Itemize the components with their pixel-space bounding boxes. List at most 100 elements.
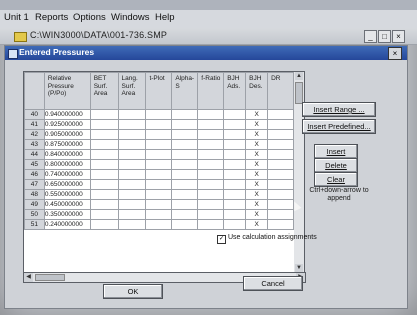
table-row[interactable]: 48 0.550000000 X	[24, 189, 294, 200]
table-row[interactable]: 40 0.940000000 X	[24, 109, 294, 120]
table-cell[interactable]	[223, 169, 247, 180]
table-cell[interactable]	[223, 119, 247, 130]
table-cell[interactable]	[267, 169, 294, 180]
column-header[interactable]: DR	[267, 72, 294, 110]
table-cell[interactable]	[197, 129, 225, 140]
table-cell[interactable]	[171, 169, 199, 180]
table-cell[interactable]	[267, 139, 294, 150]
table-cell[interactable]	[267, 149, 294, 160]
row-number[interactable]: 50	[24, 209, 45, 220]
relative-pressure-cell[interactable]: 0.875000000	[43, 139, 91, 150]
table-cell[interactable]	[197, 209, 225, 220]
relative-pressure-cell[interactable]: 0.240000000	[43, 219, 91, 230]
table-cell[interactable]	[89, 199, 119, 210]
table-cell[interactable]	[117, 169, 147, 180]
table-cell[interactable]	[197, 149, 225, 160]
table-cell[interactable]	[171, 129, 199, 140]
table-cell[interactable]	[117, 129, 147, 140]
table-cell[interactable]	[223, 129, 247, 140]
relative-pressure-cell[interactable]: 0.650000000	[43, 179, 91, 190]
delete-button[interactable]: Delete	[314, 158, 358, 173]
relative-pressure-cell[interactable]: 0.450000000	[43, 199, 91, 210]
bjh-des-cell[interactable]: X	[245, 169, 269, 180]
table-row[interactable]: 44 0.840000000 X	[24, 149, 294, 160]
table-cell[interactable]	[89, 209, 119, 220]
scroll-thumb-horizontal[interactable]	[35, 274, 65, 281]
table-cell[interactable]	[223, 209, 247, 220]
table-cell[interactable]	[89, 119, 119, 130]
table-cell[interactable]	[267, 119, 294, 130]
scroll-left-icon[interactable]: ◀	[24, 273, 33, 282]
table-cell[interactable]	[197, 219, 225, 230]
bjh-des-cell[interactable]: X	[245, 109, 269, 120]
table-cell[interactable]	[171, 149, 199, 160]
table-cell[interactable]	[223, 109, 247, 120]
relative-pressure-cell[interactable]: 0.840000000	[43, 149, 91, 160]
table-cell[interactable]	[117, 219, 147, 230]
table-cell[interactable]	[117, 189, 147, 200]
table-cell[interactable]	[223, 149, 247, 160]
scroll-thumb[interactable]	[295, 82, 303, 104]
insert-range-button[interactable]: Insert Range ...	[302, 102, 376, 117]
table-cell[interactable]	[223, 159, 247, 170]
table-cell[interactable]	[171, 209, 199, 220]
bjh-des-cell[interactable]: X	[245, 139, 269, 150]
table-cell[interactable]	[89, 189, 119, 200]
checkbox-check-icon[interactable]: ✓	[217, 235, 226, 244]
menu-reports[interactable]: Reports	[35, 12, 68, 23]
table-cell[interactable]	[145, 149, 173, 160]
table-cell[interactable]	[267, 189, 294, 200]
bjh-des-cell[interactable]: X	[245, 219, 269, 230]
table-cell[interactable]	[145, 209, 173, 220]
table-cell[interactable]	[197, 169, 225, 180]
table-row[interactable]: 42 0.905000000 X	[24, 129, 294, 140]
table-cell[interactable]	[89, 169, 119, 180]
row-number[interactable]: 45	[24, 159, 45, 170]
row-number[interactable]: 48	[24, 189, 45, 200]
table-cell[interactable]	[145, 189, 173, 200]
cancel-button[interactable]: Cancel	[243, 276, 303, 291]
table-cell[interactable]	[171, 159, 199, 170]
bjh-des-cell[interactable]: X	[245, 189, 269, 200]
relative-pressure-cell[interactable]: 0.925000000	[43, 119, 91, 130]
row-number[interactable]: 41	[24, 119, 45, 130]
relative-pressure-cell[interactable]: 0.940000000	[43, 109, 91, 120]
table-cell[interactable]	[89, 159, 119, 170]
table-cell[interactable]	[145, 139, 173, 150]
table-row[interactable]: 45 0.800000000 X	[24, 159, 294, 170]
table-cell[interactable]	[117, 119, 147, 130]
table-cell[interactable]	[267, 109, 294, 120]
table-cell[interactable]	[267, 179, 294, 190]
table-cell[interactable]	[171, 139, 199, 150]
table-row[interactable]: 47 0.650000000 X	[24, 179, 294, 190]
table-cell[interactable]	[223, 199, 247, 210]
bjh-des-cell[interactable]: X	[245, 159, 269, 170]
dialog-close-button[interactable]: ×	[388, 47, 402, 60]
minimize-button[interactable]: _	[364, 30, 377, 43]
relative-pressure-cell[interactable]: 0.350000000	[43, 209, 91, 220]
row-number[interactable]: 46	[24, 169, 45, 180]
table-cell[interactable]	[197, 189, 225, 200]
column-header[interactable]: BJH Ads.	[223, 72, 247, 110]
table-cell[interactable]	[117, 109, 147, 120]
row-number[interactable]: 44	[24, 149, 45, 160]
table-cell[interactable]	[145, 109, 173, 120]
row-number[interactable]: 42	[24, 129, 45, 140]
relative-pressure-cell[interactable]: 0.740000000	[43, 169, 91, 180]
scroll-down-icon[interactable]: ▼	[295, 264, 303, 272]
table-cell[interactable]	[145, 219, 173, 230]
table-cell[interactable]	[171, 189, 199, 200]
table-cell[interactable]	[171, 179, 199, 190]
table-cell[interactable]	[197, 159, 225, 170]
column-header[interactable]: Relative Pressure (P/Po)	[43, 72, 91, 110]
table-cell[interactable]	[89, 219, 119, 230]
bjh-des-cell[interactable]: X	[245, 179, 269, 190]
table-cell[interactable]	[171, 119, 199, 130]
column-header[interactable]: BJH Des.	[245, 72, 269, 110]
table-cell[interactable]	[223, 179, 247, 190]
relative-pressure-cell[interactable]: 0.905000000	[43, 129, 91, 140]
row-number[interactable]: 40	[24, 109, 45, 120]
pressure-grid[interactable]: Relative Pressure (P/Po) BET Surf. Area …	[23, 71, 295, 273]
table-cell[interactable]	[145, 129, 173, 140]
table-cell[interactable]	[145, 179, 173, 190]
